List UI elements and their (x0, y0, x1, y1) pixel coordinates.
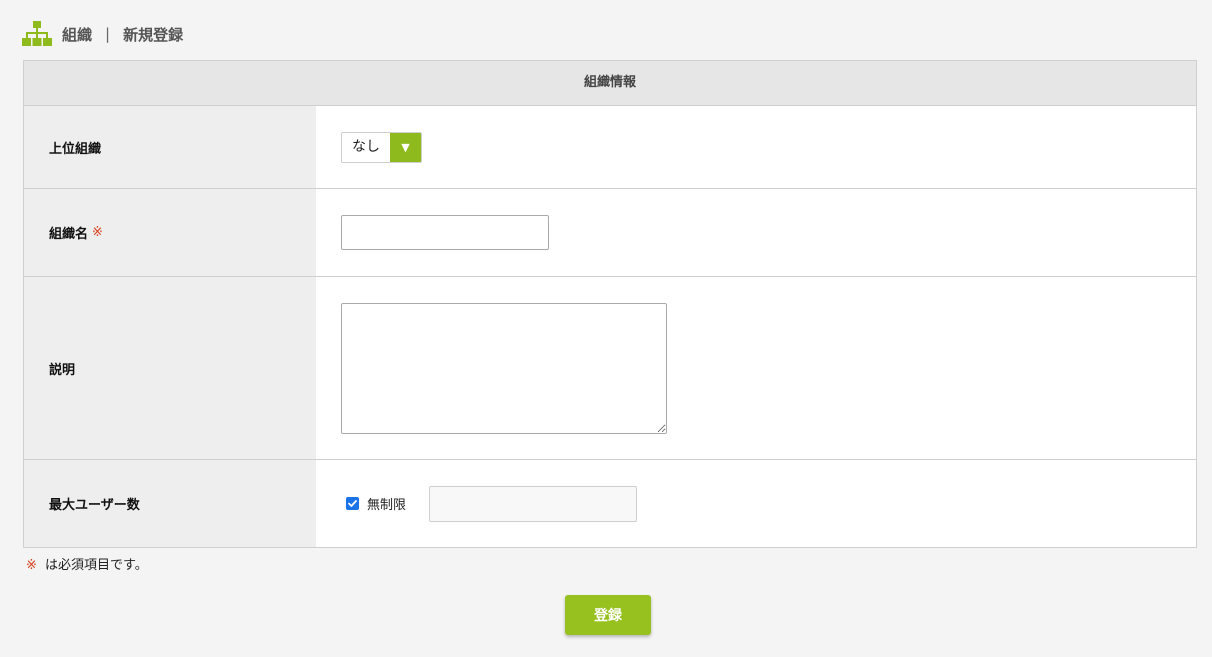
description-row: 説明 (24, 277, 1196, 460)
parent-org-field: なし ▼ (316, 106, 1196, 188)
org-name-input[interactable] (341, 215, 549, 250)
description-field (316, 277, 1196, 459)
breadcrumb: 組織 | 新規登録 (22, 21, 183, 47)
note-required-mark: ※ (26, 558, 37, 573)
required-mark: ※ (92, 225, 103, 240)
parent-org-select-value: なし (352, 138, 380, 155)
org-name-row: 組織名 ※ (24, 189, 1196, 277)
max-users-label-text: 最大ユーザー数 (49, 498, 140, 513)
required-note: ※ は必須項目です。 (26, 554, 148, 573)
parent-org-label-text: 上位組織 (49, 141, 102, 157)
org-name-field (316, 189, 1196, 276)
max-users-label: 最大ユーザー数 (24, 460, 316, 547)
org-name-label: 組織名 ※ (24, 189, 316, 276)
parent-org-select[interactable]: なし ▼ (341, 131, 422, 163)
max-users-row: 最大ユーザー数 無制限 (24, 460, 1196, 547)
check-icon (348, 500, 357, 507)
org-chart-icon (22, 21, 52, 47)
org-name-label-text: 組織名 (49, 227, 89, 242)
description-label: 説明 (24, 277, 316, 459)
page-title: 新規登録 (123, 25, 184, 44)
max-users-field: 無制限 (316, 460, 1196, 547)
section-title: 組織情報 (24, 61, 1196, 106)
note-text: は必須項目です。 (45, 558, 148, 573)
breadcrumb-separator: | (105, 25, 111, 43)
unlimited-label: 無制限 (367, 498, 407, 513)
page: 組織 | 新規登録 組織情報 上位組織 なし ▼ 組織名 ※ 説明 最大ユーザー… (0, 0, 1212, 657)
breadcrumb-section: 組織 (62, 25, 93, 44)
unlimited-option[interactable]: 無制限 (346, 494, 406, 513)
max-users-input[interactable] (429, 485, 638, 522)
unlimited-checkbox[interactable] (346, 497, 359, 510)
parent-org-row: 上位組織 なし ▼ (24, 106, 1196, 189)
parent-org-label: 上位組織 (24, 106, 316, 188)
description-label-text: 説明 (49, 362, 76, 378)
chevron-down-icon[interactable]: ▼ (390, 132, 421, 162)
description-textarea[interactable] (341, 302, 667, 434)
register-button[interactable]: 登録 (565, 595, 651, 635)
org-form: 組織情報 上位組織 なし ▼ 組織名 ※ 説明 最大ユーザー数 無制限 (23, 60, 1197, 548)
